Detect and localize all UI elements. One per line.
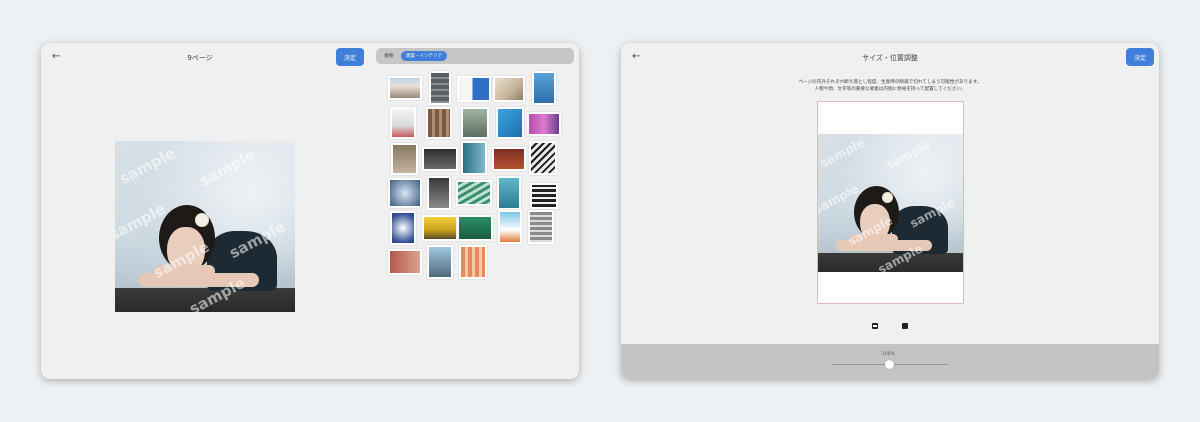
photo-thumbnail[interactable] (532, 71, 556, 105)
photo-thumbnail[interactable] (391, 143, 418, 175)
photo-thumbnail[interactable] (492, 147, 526, 171)
photo-thumbnail[interactable] (457, 215, 493, 241)
back-arrow-icon[interactable]: ← (632, 52, 640, 62)
photo-thumbnail[interactable] (459, 245, 487, 279)
confirm-button[interactable]: 決定 (1126, 48, 1154, 66)
tab-animals[interactable]: 動物 (380, 51, 398, 61)
photo-thumbnail[interactable] (422, 147, 458, 171)
selected-photo: sample sample sample sample sample sampl… (115, 141, 295, 312)
photo-thumbnail[interactable] (528, 210, 554, 244)
photo-thumbnail[interactable] (426, 107, 452, 139)
photo-thumbnail[interactable] (427, 245, 453, 279)
bleed-notice-line: 人物や顔、文字等の重要な要素は内側に余裕を持って配置してください。 (814, 87, 966, 92)
photo-thumbnail[interactable] (530, 183, 558, 209)
placed-photo[interactable]: sample sample sample sample sample sampl… (818, 134, 963, 272)
zoom-label: 100% (882, 352, 895, 357)
bleed-notice-line: ページの内外それぞれ断ち落とし程度、生産時の断裁で切れてしまう可能性があります。 (798, 80, 982, 85)
zoom-panel: 100% (621, 344, 1159, 379)
photo-picker-screen: ← 9ページ 決定 sample sample sample sample sa… (41, 43, 579, 379)
photo-thumbnail[interactable] (388, 249, 422, 275)
photo-thumbnail[interactable] (429, 71, 451, 105)
confirm-button[interactable]: 決定 (336, 48, 364, 66)
photo-thumbnail[interactable] (427, 176, 451, 210)
photo-thumbnail[interactable] (496, 107, 524, 139)
tab-architecture-interior[interactable]: 建築・インテリア (401, 51, 447, 61)
photo-thumbnail[interactable] (497, 176, 521, 210)
photo-thumbnail[interactable] (461, 107, 489, 139)
photo-thumbnail[interactable] (390, 211, 416, 245)
category-tabs: 動物 建築・インテリア (376, 48, 574, 64)
photo-thumbnail[interactable] (390, 107, 416, 139)
photo-thumbnail[interactable] (529, 141, 557, 175)
page-canvas[interactable]: sample sample sample sample sample sampl… (817, 101, 964, 304)
page-title: サイズ・位置調整 (862, 54, 918, 62)
size-position-screen: ← サイズ・位置調整 決定 ページの内外それぞれ断ち落とし程度、生産時の断裁で切… (621, 43, 1159, 379)
photo-thumbnail[interactable] (493, 76, 525, 102)
photo-thumbnail[interactable] (461, 141, 487, 175)
photo-thumbnail[interactable] (456, 180, 492, 206)
photo-thumbnail[interactable] (388, 178, 422, 208)
photo-thumbnail[interactable] (498, 210, 522, 244)
photo-thumbnail[interactable] (422, 215, 458, 241)
photo-thumbnail[interactable] (457, 76, 491, 102)
photo-thumbnail[interactable] (527, 112, 561, 136)
photo-thumbnail[interactable] (388, 76, 422, 100)
back-arrow-icon[interactable]: ← (52, 52, 60, 62)
fit-image-icon[interactable] (872, 323, 878, 329)
zoom-slider-thumb[interactable] (885, 360, 894, 369)
page-title: 9ページ (187, 54, 213, 62)
fill-image-icon[interactable] (902, 323, 908, 329)
